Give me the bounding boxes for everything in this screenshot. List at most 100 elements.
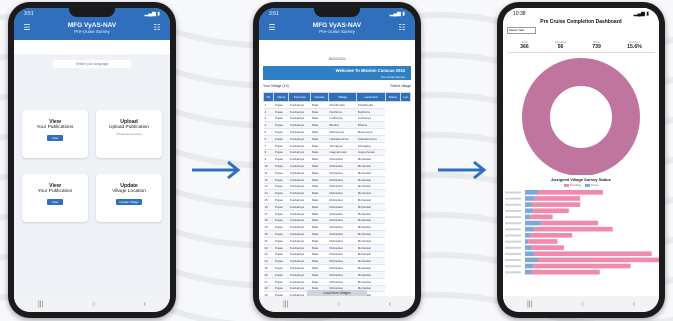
system-nav-bar: ||| ○ ‹ <box>503 296 659 312</box>
date-label: 15/04/2024 <box>328 57 346 61</box>
bar-done <box>525 196 535 201</box>
table-cell: Pujaa <box>273 278 289 286</box>
column-header: Surname <box>288 92 312 102</box>
back-icon[interactable]: ‹ <box>389 301 391 308</box>
category-label <box>505 265 521 268</box>
bar-done <box>525 214 530 220</box>
menu-icon[interactable]: ☰ <box>22 24 32 32</box>
table-cell: Mohankar <box>328 162 357 170</box>
table-row[interactable]: 16 Pujaa Kusbatriya Male Mohankar Mohankar <box>263 203 411 211</box>
table-row[interactable]: 19 Pujaa Kusbatriya Male Mohankar Mohankar <box>263 223 411 232</box>
recents-icon[interactable]: ||| <box>527 301 532 308</box>
table-cell: Mohankar <box>328 217 357 225</box>
stats-row: Total 366 Pending 56 Done 739 % Done 15.6% <box>507 40 655 53</box>
table-row[interactable]: 12 Pujaa Kusbatriya Male Mohankar Mohankar <box>263 176 411 184</box>
table-row[interactable]: 17 Pujaa Kusbatriya Male Mohankar Mohankar <box>263 210 411 218</box>
table-cell: Kusbatriya <box>288 142 311 150</box>
table-row[interactable]: 20 Pujaa Kusbatriya Male Mohankar Mohankar <box>263 230 411 238</box>
table-row[interactable]: 23 Pujaa Kusbatriya Male Mohankar Mohankar <box>263 251 411 259</box>
table-row[interactable]: 9 Pujaa Kusbatriya Male Mohankar Mohankar <box>263 155 411 164</box>
list-icon[interactable]: ☷ <box>152 24 162 32</box>
language-selector[interactable]: Select your language <box>52 60 132 68</box>
bar-done <box>525 269 532 275</box>
table-row[interactable]: 1 Pujaa Kusbatriya Male Kharkhudia Kharkhudia <box>263 101 411 109</box>
table-cell: Kusbatriya <box>288 264 311 272</box>
table-row[interactable]: 22 Pujaa Kusbatriya Male Mohankar Mohankar <box>263 244 411 252</box>
recents-icon[interactable]: ||| <box>38 301 43 308</box>
table-cell: Male <box>310 135 329 143</box>
table-cell: Kusbatriya <box>288 155 311 164</box>
table-cell: Kusbatriya <box>288 169 311 177</box>
category-label <box>505 203 521 206</box>
stat-percent: % Done 15.6% <box>627 40 642 50</box>
table-cell: Male <box>310 251 329 259</box>
legend-pending: Pending <box>563 183 581 187</box>
table-cell: Kusbatriya <box>288 162 311 170</box>
banner-subtitle: Pre-cruise Survey <box>381 75 405 79</box>
recents-icon[interactable]: ||| <box>283 301 288 308</box>
table-row[interactable]: 11 Pujaa Kusbatriya Male Mohankar Mohankar <box>263 169 411 177</box>
table-row[interactable]: 8 Pujaa Kusbatriya Male Gagnehusan Gagnehusan <box>263 149 411 157</box>
table-cell: Mohankar <box>356 264 386 272</box>
table-row[interactable]: 18 Pujaa Kusbatriya Male Mohankar Mohankar <box>263 217 411 225</box>
table-cell: Pujaa <box>273 101 289 109</box>
status-time: 3:51 <box>24 11 34 17</box>
table-row[interactable]: 2 Pujaa Kusbatriya Male Rokhirna Rokhirna <box>263 108 411 116</box>
column-header: Status <box>384 92 402 102</box>
table-cell: 1 <box>263 101 274 109</box>
table-row[interactable]: 6 Pujaa Kusbatriya Male Uttarakrushna Uttarak… <box>263 135 411 143</box>
table-cell: Mohankar <box>356 271 386 279</box>
home-icon[interactable]: ○ <box>336 301 340 308</box>
donut-chart <box>522 58 640 175</box>
table-cell: 9 <box>263 155 274 164</box>
table-cell: Pujaa <box>273 251 289 259</box>
home-icon[interactable]: ○ <box>91 301 95 308</box>
table-cell: Kusbatriya <box>288 196 311 204</box>
table-row[interactable]: 24 Pujaa Kusbatriya Male Mohankar Mohankar <box>263 257 411 266</box>
table-row[interactable]: 15 Pujaa Kusbatriya Male Mohankar Mohankar <box>263 196 411 204</box>
list-icon[interactable]: ☷ <box>397 24 407 32</box>
table-row[interactable]: 26 Pujaa Kusbatriya Male Mohankar Mohankar <box>263 271 411 279</box>
table-cell: Male <box>310 230 329 238</box>
table-cell: Kusbatriya <box>288 203 311 211</box>
table-cell: Male <box>310 278 329 286</box>
view-publication-card[interactable]: View Your Publication View <box>22 174 88 222</box>
phone-2: 3:51 ▂▄▆ ▮ ☰ MFG VyAS-NAV Pre-cruise Sur… <box>253 2 421 318</box>
bar-done <box>525 257 538 263</box>
home-icon[interactable]: ○ <box>580 301 584 308</box>
back-icon[interactable]: ‹ <box>144 301 146 308</box>
menu-icon[interactable]: ☰ <box>267 24 277 32</box>
back-icon[interactable]: ‹ <box>633 301 635 308</box>
table-row[interactable]: 10 Pujaa Kusbatriya Male Mohankar Mohankar <box>263 162 411 170</box>
category-label <box>505 246 521 249</box>
view-publications-card[interactable]: View Your Publications View <box>22 110 88 158</box>
table-cell: 17 <box>263 210 274 218</box>
table-cell: 28 <box>263 285 274 293</box>
table-row[interactable]: 7 Pujaa Kusbatriya Male Shudganj Shudganj <box>263 142 411 150</box>
category-label <box>505 197 521 200</box>
village-table: No. Name Surname Gender Village Landmark Statu… <box>262 92 411 306</box>
table-cell: Mohankar <box>328 278 357 286</box>
view-button[interactable]: View <box>47 135 63 141</box>
table-cell: Male <box>310 223 329 232</box>
table-row[interactable]: 5 Pujaa Kusbatriya Male Mainpuriya Mainpuriya <box>263 128 411 136</box>
table-row[interactable]: 21 Pujaa Kusbatriya Male Mohankar Mohankar <box>263 237 411 245</box>
village-select[interactable]: Select village <box>390 84 411 88</box>
table-row[interactable]: 27 Pujaa Kusbatriya Male Mohankar Mohankar <box>263 278 411 286</box>
table-row[interactable]: 25 Pujaa Kusbatriya Male Mohankar Mohankar <box>263 264 411 272</box>
table-cell: Mohankar <box>328 155 357 164</box>
table-row[interactable]: 13 Pujaa Kusbatriya Male Mohankar Mohankar <box>263 183 411 191</box>
upload-publication-card[interactable]: Upload Upload Publication (Photo/documen… <box>96 110 162 158</box>
table-cell: 13 <box>263 183 274 191</box>
notch <box>69 8 115 17</box>
update-village-card[interactable]: Update Village Location Update Village <box>96 174 162 222</box>
table-row[interactable]: 3 Pujaa Kusbatriya Male Ledhariya Ledhariya <box>263 115 411 123</box>
table-row[interactable]: 14 Pujaa Kusbatriya Male Mohankar Mohankar <box>263 189 411 198</box>
view-button[interactable]: View <box>47 199 63 205</box>
update-village-button[interactable]: Update Village <box>116 199 142 205</box>
table-cell: 19 <box>263 223 274 232</box>
table-cell: Pujaa <box>273 176 289 184</box>
table-row[interactable]: 4 Pujaa Kusbatriya Male Bhaina Bhaina <box>263 121 411 130</box>
year-select[interactable]: Select Year <box>507 27 536 34</box>
table-cell: Mohankar <box>356 223 386 232</box>
